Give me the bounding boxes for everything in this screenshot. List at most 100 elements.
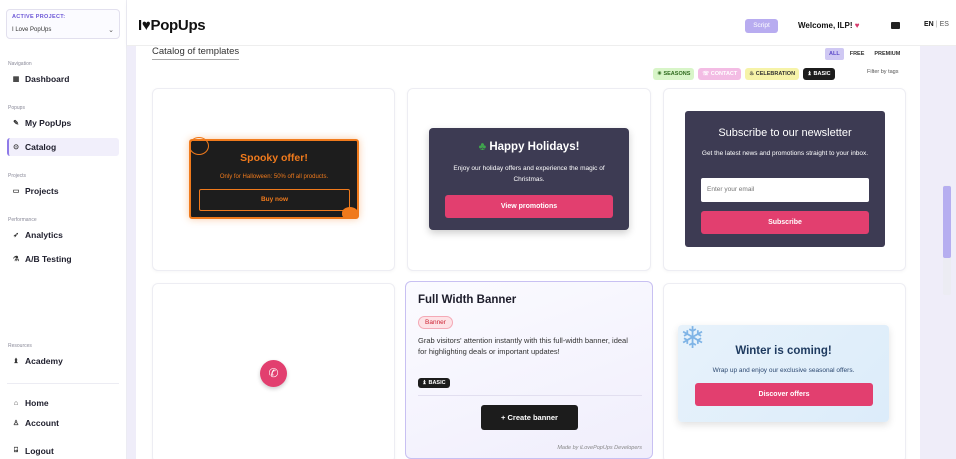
holiday-popup: ♣ Happy Holidays! Enjoy our holiday offe…: [429, 128, 629, 230]
user-icon: ♙: [12, 420, 20, 427]
filter-tabs: ALL FREE PREMIUM: [825, 48, 904, 60]
logout-icon: ⍈: [13, 447, 19, 454]
tag-filters: ☀ SEASONS ☏ CONTACT ♨ CELEBRATION ♝ BASI…: [653, 68, 835, 80]
logo-text: PopUps: [150, 17, 206, 34]
section-label-popups: Popups: [8, 105, 25, 111]
spooky-subtitle: Only for Halloween: 50% off all products…: [219, 174, 329, 180]
rocket-icon: ➶: [13, 232, 19, 239]
filter-tab-premium[interactable]: PREMIUM: [870, 48, 904, 60]
sidebar-item-label: A/B Testing: [25, 254, 72, 264]
sidebar-item-account[interactable]: ♙ Account: [7, 414, 119, 432]
sidebar-item-label: Catalog: [25, 142, 57, 152]
project-selector[interactable]: ACTIVE PROJECT: I Love PopUps ⌄: [6, 9, 120, 39]
card-description: Grab visitors' attention instantly with …: [418, 336, 628, 356]
spooky-popup: Spooky offer! Only for Halloween: 50% of…: [189, 137, 359, 219]
welcome-text: Welcome, ILP!: [798, 21, 853, 30]
sidebar-item-analytics[interactable]: ➶ Analytics: [7, 226, 119, 244]
filter-tab-free[interactable]: FREE: [846, 48, 869, 60]
sidebar-item-logout[interactable]: ⍈ Logout: [7, 442, 119, 459]
newsletter-popup: Subscribe to our newsletter Get the late…: [685, 111, 885, 247]
tag-basic: ♝ BASIC: [418, 378, 450, 388]
sidebar-item-label: Account: [25, 418, 59, 428]
holiday-title: ♣ Happy Holidays!: [429, 141, 629, 153]
sidebar-item-label: Dashboard: [25, 74, 70, 84]
sidebar-item-dashboard[interactable]: ▦ Dashboard: [7, 70, 119, 88]
sidebar-item-label: My PopUps: [25, 118, 72, 128]
tag-label: BASIC: [813, 71, 831, 77]
section-label-performance: Performance: [8, 217, 37, 223]
card-title: Full Width Banner: [418, 294, 517, 306]
holiday-subtitle: Enjoy our holiday offers and experience …: [453, 165, 605, 183]
buy-now-button[interactable]: Buy now: [199, 189, 350, 211]
lang-es[interactable]: ES: [940, 21, 949, 28]
filter-tab-all[interactable]: ALL: [825, 48, 844, 60]
section-label-navigation: Navigation: [8, 61, 32, 67]
sidebar-item-projects[interactable]: ▭ Projects: [7, 182, 119, 200]
sidebar-divider: [7, 383, 119, 384]
app-logo[interactable]: I♥PopUps: [138, 17, 206, 34]
button-label: Create banner: [507, 413, 558, 422]
subscribe-button[interactable]: Subscribe: [701, 211, 869, 234]
lang-separator: |: [935, 21, 938, 28]
type-badge: Banner: [418, 316, 453, 329]
section-label-resources: Resources: [8, 343, 32, 349]
discover-offers-button[interactable]: Discover offers: [695, 383, 873, 406]
card-divider: [418, 395, 642, 396]
sidebar-item-label: Analytics: [25, 230, 63, 240]
folder-icon: ▭: [12, 188, 20, 195]
plus-icon: +: [501, 413, 506, 422]
tag-label: SEASONS: [663, 71, 691, 77]
heart-icon: ♥: [854, 21, 860, 30]
whatsapp-icon[interactable]: ✆: [260, 360, 287, 387]
winter-title: Winter is coming!: [735, 345, 832, 357]
graduation-cap-icon: ♝: [12, 358, 20, 365]
project-label: ACTIVE PROJECT:: [12, 14, 66, 20]
sidebar-item-home[interactable]: ⌂ Home: [7, 394, 119, 412]
lang-en[interactable]: EN: [924, 21, 934, 28]
tree-icon: ♣: [478, 141, 487, 153]
tag-basic[interactable]: ♝ BASIC: [803, 68, 835, 80]
sidebar-item-ab-testing[interactable]: ⚗ A/B Testing: [7, 250, 119, 268]
sidebar-item-catalog[interactable]: ⊙ Catalog: [7, 138, 119, 156]
winter-popup: ❄ Winter is coming! Wrap up and enjoy ou…: [678, 324, 889, 422]
spooky-title: Spooky offer!: [240, 152, 308, 164]
create-banner-button[interactable]: + Create banner: [481, 405, 578, 430]
pumpkin-icon: [342, 207, 358, 219]
winter-subtitle: Wrap up and enjoy our exclusive seasonal…: [712, 367, 855, 374]
sidebar-item-label: Logout: [25, 446, 54, 456]
tag-celebration[interactable]: ♨ CELEBRATION: [745, 68, 800, 80]
template-card-full-width-banner[interactable]: Full Width Banner Banner Grab visitors' …: [405, 281, 653, 459]
script-button[interactable]: Script: [745, 19, 778, 33]
holiday-title-text: Happy Holidays!: [489, 141, 580, 153]
tag-seasons[interactable]: ☀ SEASONS: [653, 68, 695, 80]
sidebar-item-my-popups[interactable]: ✎ My PopUps: [7, 114, 119, 132]
flask-icon: ⚗: [12, 256, 20, 263]
scrollbar-thumb[interactable]: [943, 186, 951, 258]
made-by: Made by iLovePopUps Developers: [557, 445, 642, 451]
section-label-projects: Projects: [8, 173, 27, 179]
grid-icon: ▦: [12, 76, 20, 83]
sidebar-item-academy[interactable]: ♝ Academy: [7, 352, 119, 370]
newsletter-subtitle: Get the latest news and promotions strai…: [701, 150, 869, 157]
sidebar-item-label: Home: [25, 398, 49, 408]
home-icon: ⌂: [13, 399, 19, 407]
page-title: Catalog of templates: [152, 46, 240, 60]
sidebar-item-label: Projects: [25, 186, 59, 196]
welcome-message: Welcome, ILP! ♥: [798, 21, 860, 30]
chevron-down-icon: ⌄: [108, 27, 114, 34]
filter-note: Filter by tags: [867, 69, 899, 75]
view-promotions-button[interactable]: View promotions: [445, 195, 613, 218]
tag-label: CONTACT: [710, 71, 738, 77]
tag-label: CELEBRATION: [755, 71, 796, 77]
pencil-icon: ✎: [13, 120, 19, 127]
email-field[interactable]: Enter your email: [701, 178, 869, 202]
top-header: I♥PopUps Script Welcome, ILP! ♥ EN | ES: [127, 0, 956, 46]
compass-icon: ⊙: [13, 144, 19, 151]
sidebar-item-label: Academy: [25, 356, 63, 366]
mail-icon[interactable]: [891, 22, 900, 29]
tag-contact[interactable]: ☏ CONTACT: [698, 68, 742, 80]
language-switcher: EN | ES: [924, 21, 949, 28]
newsletter-title: Subscribe to our newsletter: [718, 127, 852, 139]
sidebar: ACTIVE PROJECT: I Love PopUps ⌄ Navigati…: [0, 0, 127, 459]
project-value: I Love PopUps: [12, 27, 52, 33]
